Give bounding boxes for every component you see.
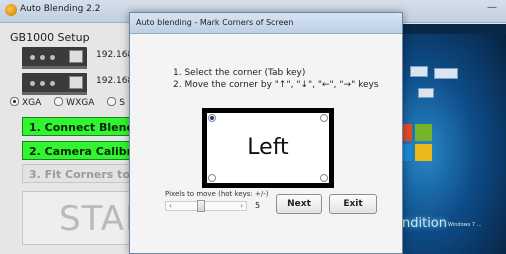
instruction-line-2: 2. Move the corner by "↑", "↓", "←", "→"… <box>173 80 379 90</box>
pixels-slider[interactable]: ‹ › <box>165 200 247 212</box>
corner-selector: Left <box>202 108 334 188</box>
next-button[interactable]: Next <box>276 194 322 214</box>
exit-button[interactable]: Exit <box>329 194 377 214</box>
slider-right-arrow-icon[interactable]: › <box>240 202 243 210</box>
slider-thumb[interactable] <box>197 200 205 212</box>
corner-top-left-radio[interactable] <box>208 114 216 122</box>
mark-corners-dialog: Auto blending - Mark Corners of Screen 1… <box>129 12 403 254</box>
pixels-to-move-label: Pixels to move (hot keys: +/-) <box>165 190 269 198</box>
corner-bottom-left-radio[interactable] <box>208 174 216 182</box>
instruction-line-1: 1. Select the corner (Tab key) <box>173 68 306 78</box>
dialog-title: Auto blending - Mark Corners of Screen <box>136 18 294 27</box>
dialog-title-bar[interactable]: Auto blending - Mark Corners of Screen <box>130 13 402 34</box>
slider-left-arrow-icon[interactable]: ‹ <box>169 202 172 210</box>
corner-top-right-radio[interactable] <box>320 114 328 122</box>
corner-bottom-right-radio[interactable] <box>320 174 328 182</box>
pixels-value: 5 <box>255 201 261 210</box>
selected-corner-label: Left <box>247 135 289 160</box>
